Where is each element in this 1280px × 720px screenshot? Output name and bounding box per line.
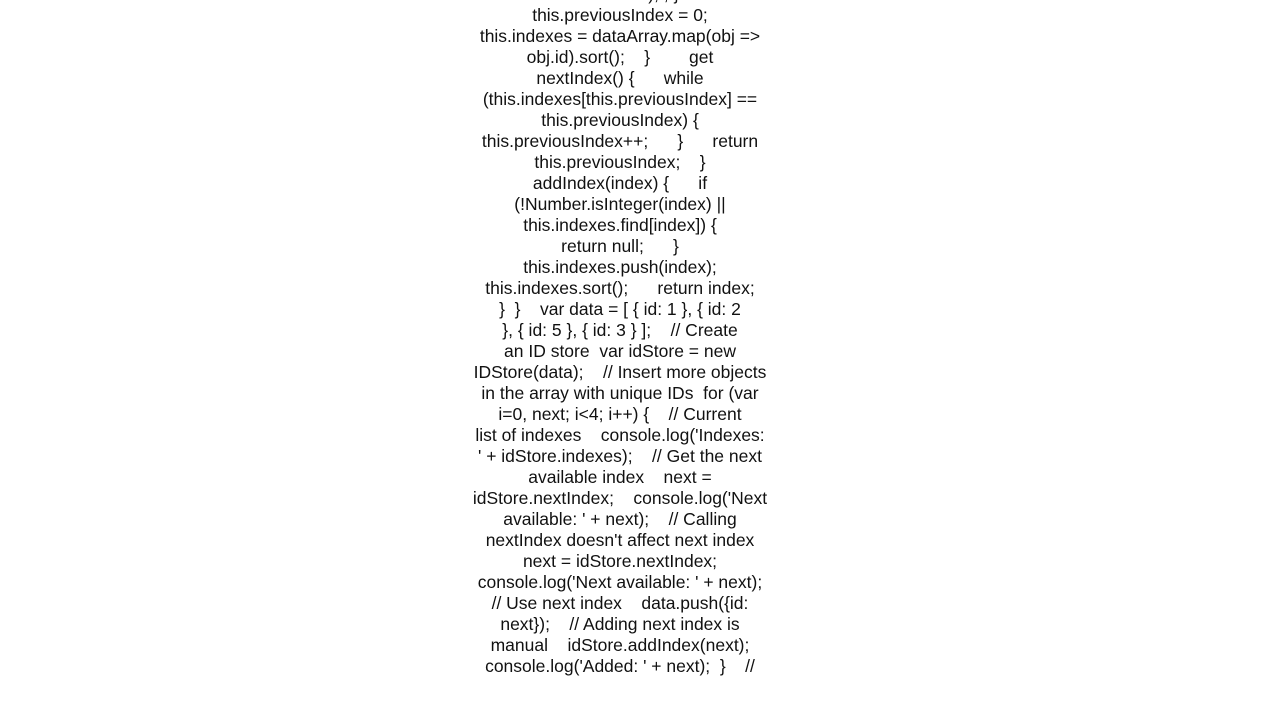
code-line: return null; } [561,236,679,256]
code-line: list of indexes console.log('Indexes: [475,425,765,445]
code-line: an ID store var idStore = new [504,341,736,361]
code-line: this.indexes.find[index]) { [523,215,717,235]
code-line: next}); // Adding next index is [500,614,740,634]
code-line: this.previousIndex) { [541,110,699,130]
code-line: available: ' + next); // Calling [503,509,737,529]
code-line: nextIndex() { while [536,68,704,88]
code-line: this.indexes = dataArray.map(obj => [479,26,761,46]
code-line: ' + idStore.indexes); // Get the next [478,446,762,466]
code-line: obj.id).sort(); } get [526,47,714,67]
code-text-block: ), ; }this.previousIndex = 0;this.indexe… [465,0,775,680]
code-line: console.log('Next available: ' + next); [477,572,763,592]
code-line: // Use next index data.push({id: [491,593,749,613]
document-viewport: ), ; }this.previousIndex = 0;this.indexe… [0,0,1280,680]
code-line: addIndex(index) { if [532,173,708,193]
code-line: next = idStore.nextIndex; [522,551,718,571]
code-line: this.previousIndex; } [534,152,706,172]
code-line: } } var data = [ { id: 1 }, { id: 2 [499,299,741,319]
code-line: this.previousIndex = 0; [532,5,708,25]
code-line: this.indexes.sort(); return index; [485,278,755,298]
code-line: nextIndex doesn't affect next index [485,530,755,550]
code-line: console.log('Added: ' + next); } // [485,656,755,676]
code-line: this.previousIndex++; } return [481,131,759,151]
code-line: (this.indexes[this.previousIndex] == [482,89,758,109]
code-line: in the array with unique IDs for (var [481,383,759,403]
code-line: Demonstrate the indexes stored [465,677,775,680]
code-line: (!Number.isInteger(index) || [514,194,726,214]
code-line: available index next = [528,467,712,487]
code-line: }, { id: 5 }, { id: 3 } ]; // Create [502,320,738,340]
code-line: this.indexes.push(index); [523,257,717,277]
code-line: IDStore(data); // Insert more objects [473,362,767,382]
code-line: idStore.nextIndex; console.log('Next [472,488,768,508]
code-line: manual idStore.addIndex(next); [490,635,750,655]
code-line: i=0, next; i<4; i++) { // Current [498,404,742,424]
